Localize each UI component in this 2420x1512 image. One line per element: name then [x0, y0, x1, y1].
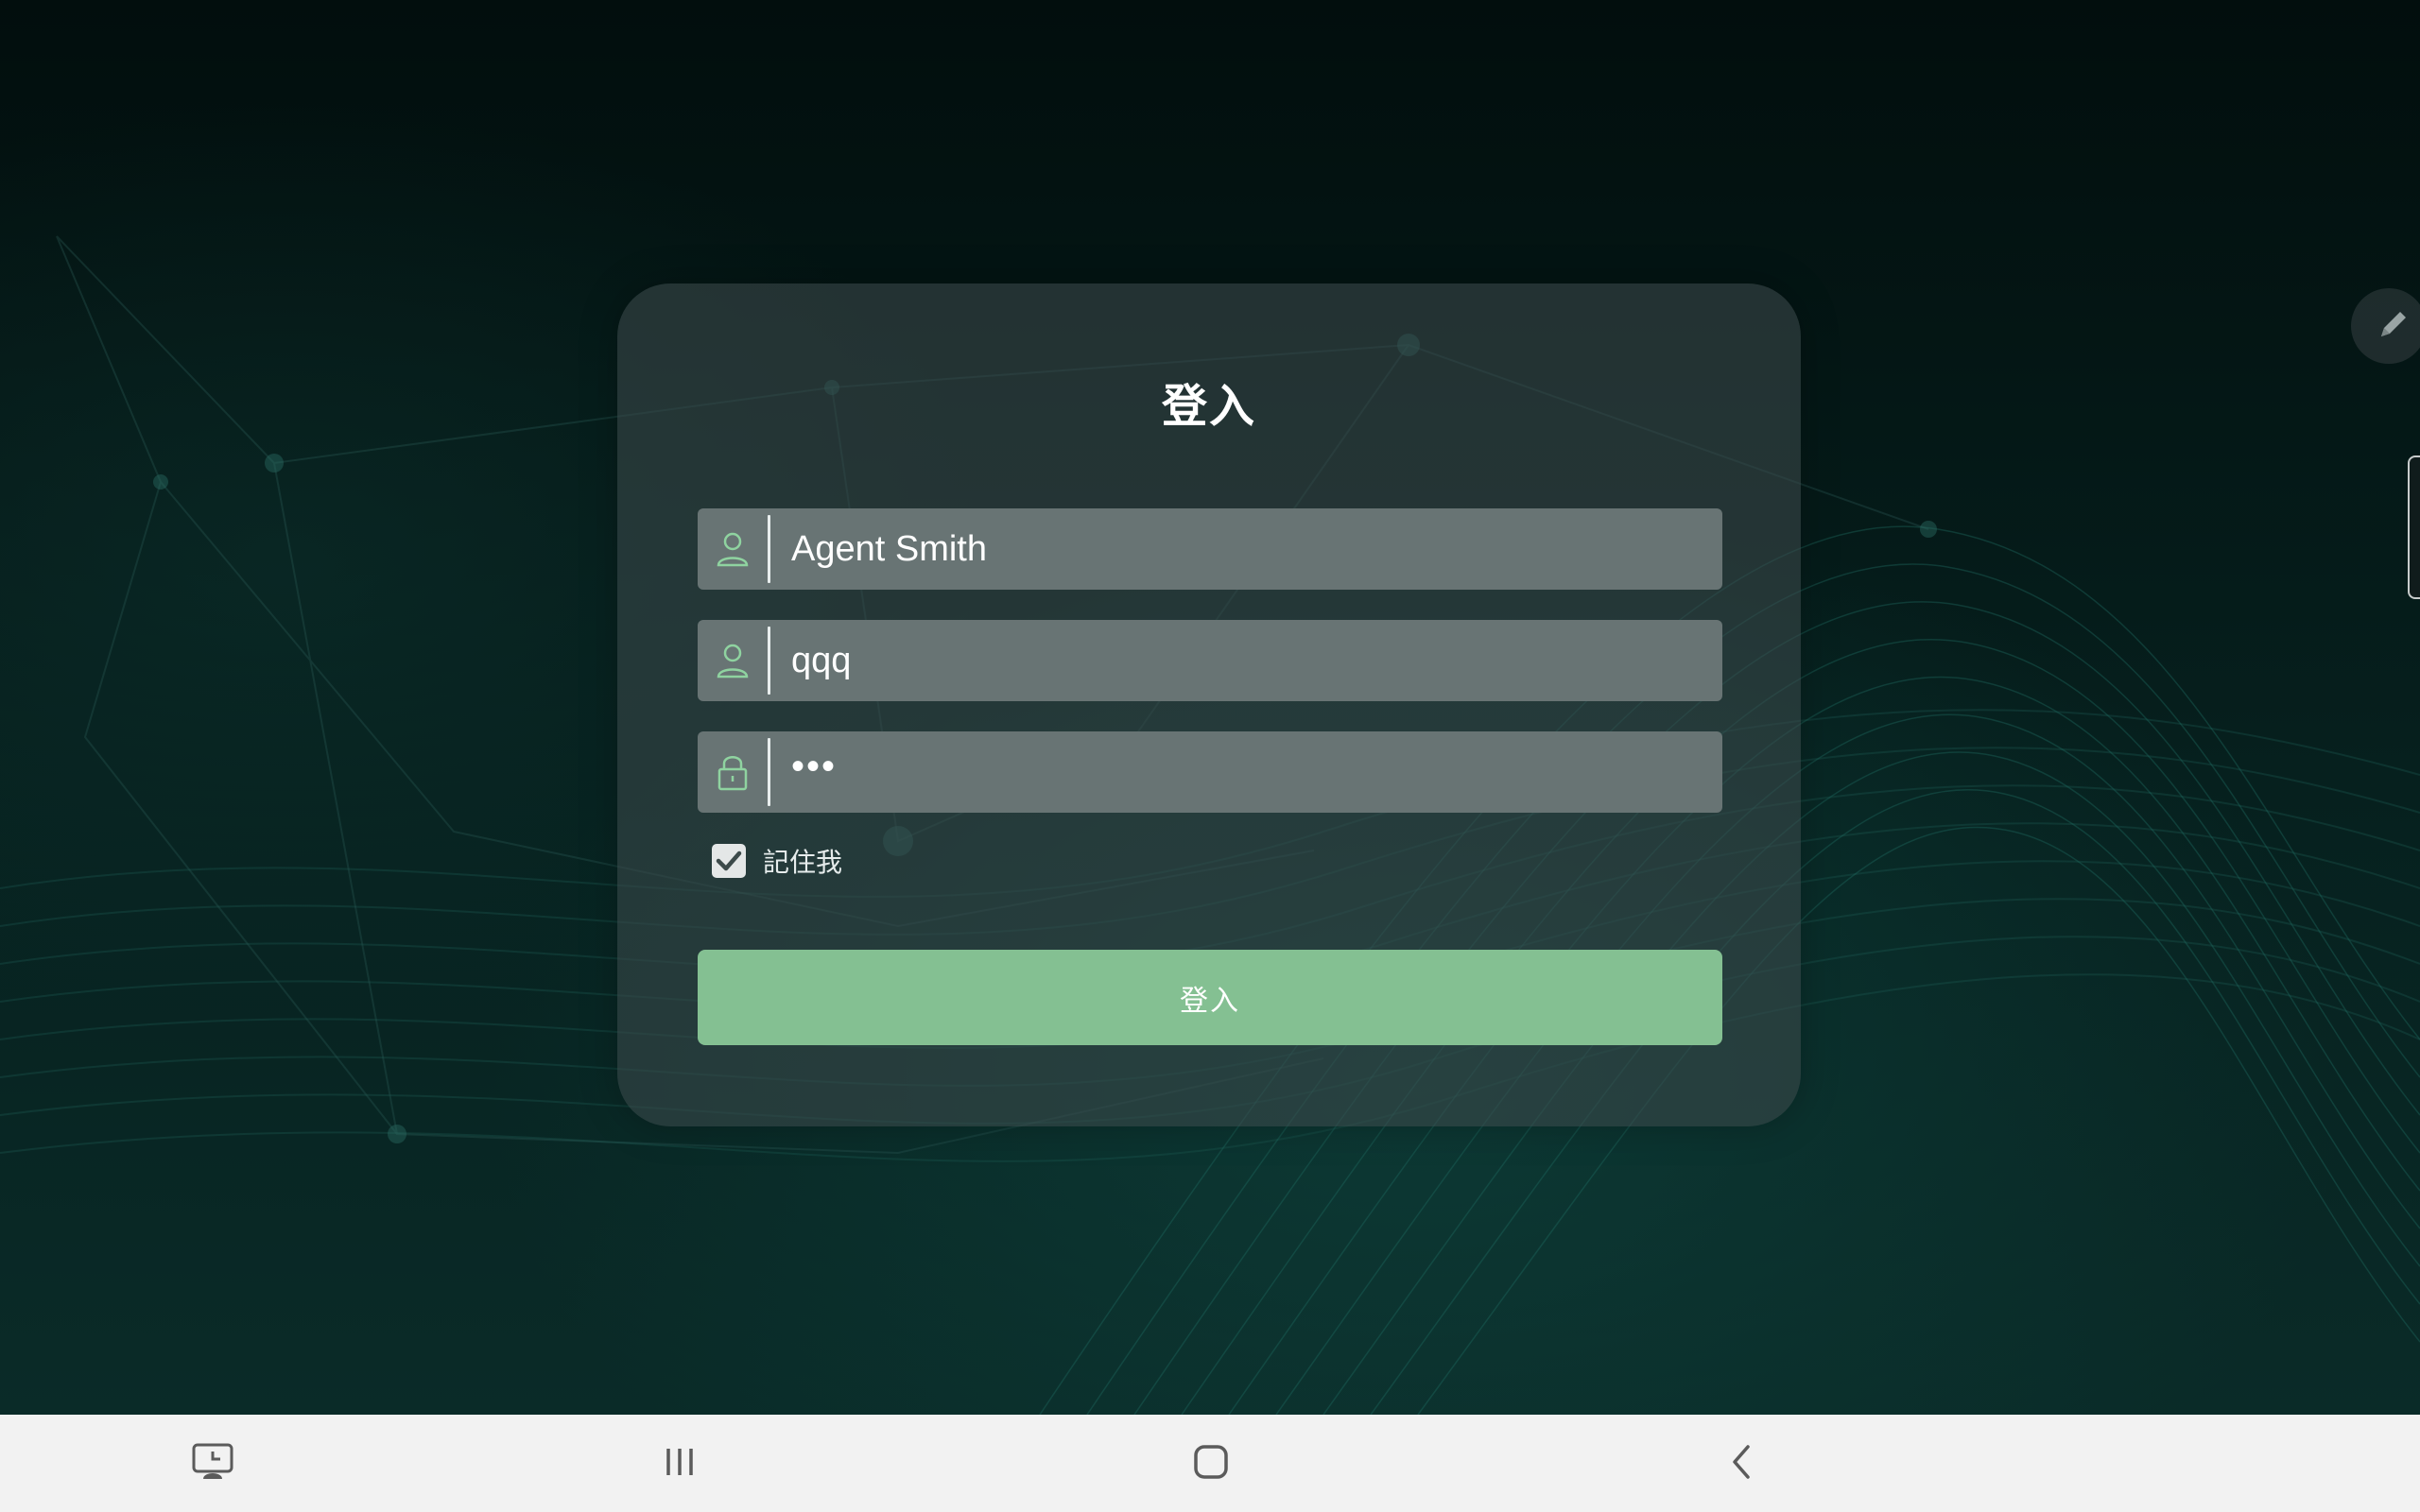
- check-icon: [716, 850, 742, 871]
- edge-panel-handle[interactable]: [2408, 455, 2420, 599]
- login-button[interactable]: 登入: [698, 950, 1722, 1045]
- screen-recorder-button[interactable]: [156, 1415, 269, 1512]
- remember-me-label: 記住我: [763, 847, 843, 878]
- account-input[interactable]: qqq: [791, 641, 851, 681]
- field-divider: [768, 515, 770, 583]
- login-screen: 登入 Agent Smith qqq ••• 記住我 登入: [0, 0, 2420, 1415]
- account-field[interactable]: qqq: [698, 620, 1722, 701]
- recent-apps-button[interactable]: [623, 1415, 736, 1512]
- recent-apps-icon: [661, 1446, 699, 1482]
- remember-me[interactable]: 記住我: [712, 842, 842, 880]
- username-input[interactable]: Agent Smith: [791, 529, 987, 570]
- user-icon: [698, 620, 768, 701]
- password-field[interactable]: •••: [698, 731, 1722, 813]
- user-icon: [698, 508, 768, 590]
- login-title: 登入: [1161, 380, 1256, 433]
- password-input[interactable]: •••: [791, 746, 837, 788]
- lock-icon: [698, 731, 768, 813]
- remember-me-checkbox[interactable]: [712, 844, 746, 878]
- edit-floating-button[interactable]: [2351, 288, 2420, 364]
- screen-recorder-icon: [190, 1442, 235, 1486]
- back-icon: [1727, 1443, 1755, 1485]
- system-navigation-bar: [0, 1415, 2420, 1512]
- home-icon: [1192, 1443, 1230, 1485]
- field-divider: [768, 627, 770, 695]
- login-card: 登入 Agent Smith qqq ••• 記住我 登入: [617, 284, 1801, 1126]
- field-divider: [768, 738, 770, 806]
- back-button[interactable]: [1685, 1415, 1798, 1512]
- username-field[interactable]: Agent Smith: [698, 508, 1722, 590]
- pencil-icon: [2376, 306, 2411, 346]
- home-button[interactable]: [1154, 1415, 1268, 1512]
